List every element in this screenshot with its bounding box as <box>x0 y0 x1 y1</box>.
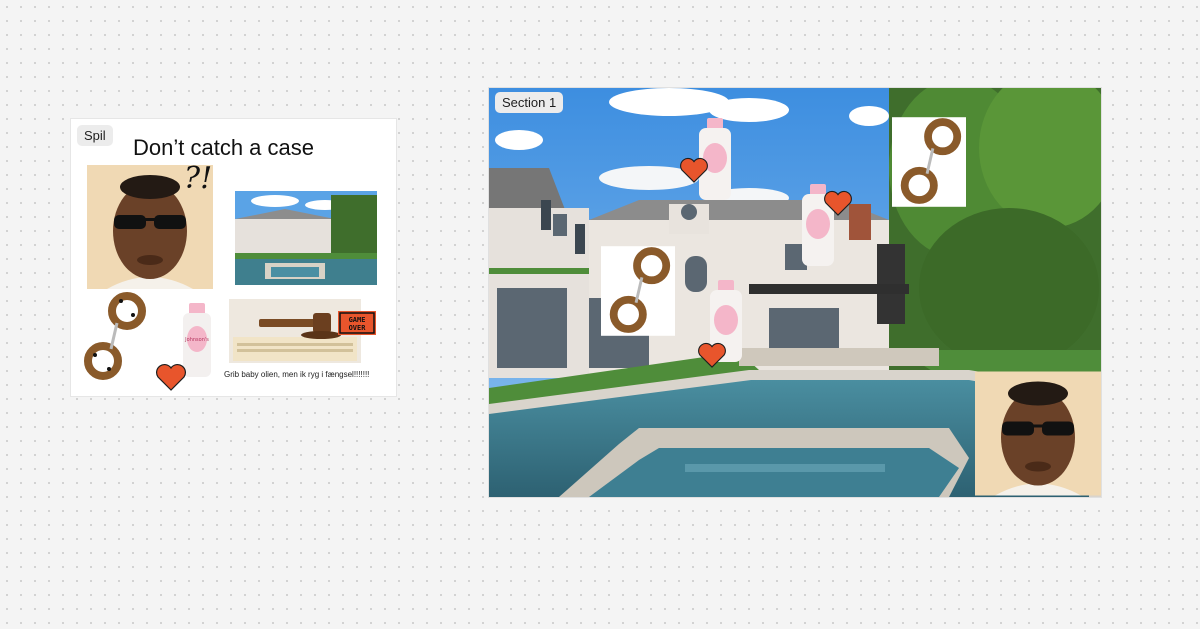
scribble-text: ?! <box>184 161 213 196</box>
handcuffs-image[interactable] <box>892 115 966 209</box>
mansion-photo-thumb <box>235 191 377 285</box>
heart-icon[interactable] <box>679 157 709 183</box>
frame-spil[interactable]: Spil Don’t catch a case ?! Johnson's GAM… <box>70 118 397 397</box>
page-title: Don’t catch a case <box>133 135 314 160</box>
svg-text:GAME: GAME <box>349 316 366 324</box>
heart-icon[interactable] <box>823 190 853 216</box>
baby-oil-brand: Johnson's <box>184 337 209 343</box>
caption-text: Grib baby olien, men ik ryg i fængsel!!!… <box>224 370 370 379</box>
frame-section-1[interactable]: Section 1 <box>488 87 1102 498</box>
frame-label-spil[interactable]: Spil <box>77 125 113 146</box>
heart-icon[interactable] <box>155 363 187 391</box>
face-photo[interactable] <box>975 370 1101 497</box>
handcuffs-image <box>75 291 151 383</box>
heart-icon[interactable] <box>697 342 727 368</box>
svg-text:OVER: OVER <box>349 324 367 332</box>
handcuffs-image[interactable] <box>601 244 675 338</box>
frame-label-section-1[interactable]: Section 1 <box>495 92 564 113</box>
game-over-badge: GAME OVER <box>338 311 376 335</box>
